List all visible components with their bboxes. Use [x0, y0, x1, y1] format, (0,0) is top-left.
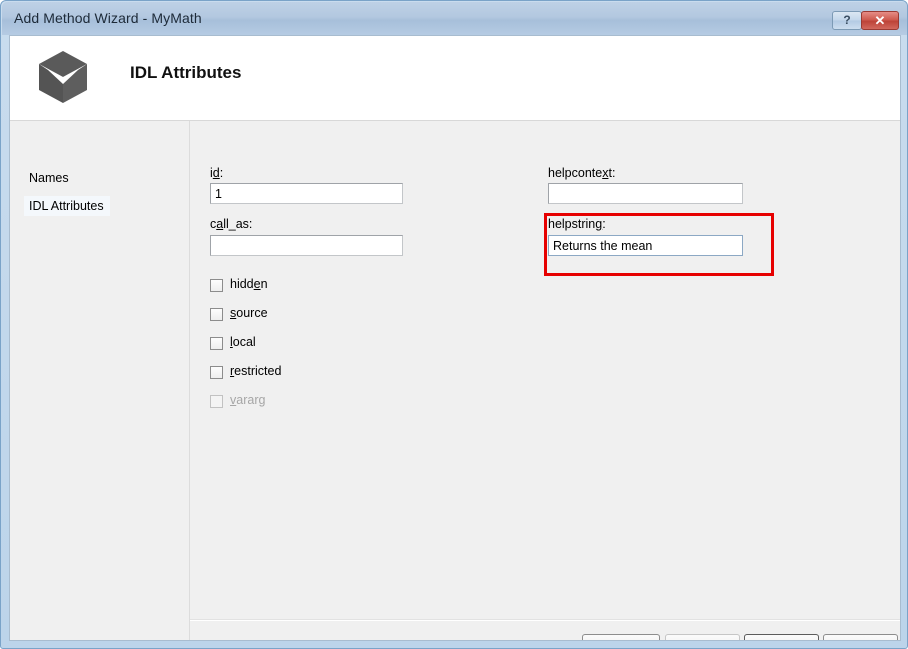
page-title: IDL Attributes — [130, 63, 242, 82]
sidebar-item-names[interactable]: Names — [24, 168, 75, 188]
client-area: IDL Attributes Names IDL Attributes id: … — [9, 35, 901, 641]
page-header: IDL Attributes — [10, 36, 900, 121]
previous-button[interactable]: < Previous — [582, 634, 660, 640]
id-input[interactable] — [210, 183, 403, 204]
title-bar: Add Method Wizard - MyMath ? ✕ — [2, 2, 907, 35]
restricted-checkbox[interactable] — [210, 366, 223, 379]
cube-icon — [34, 48, 92, 106]
help-button[interactable]: ? — [832, 11, 862, 30]
helpstring-input[interactable] — [548, 235, 743, 256]
hidden-checkbox[interactable] — [210, 279, 223, 292]
local-checkbox[interactable] — [210, 337, 223, 350]
cancel-button[interactable]: Cancel — [823, 634, 898, 640]
finish-button[interactable]: Finish — [744, 634, 819, 640]
helpcontext-label: helpcontext: — [548, 166, 616, 180]
footer-separator — [190, 619, 900, 621]
wizard-step-sidebar: Names IDL Attributes — [10, 121, 190, 640]
wizard-window: Add Method Wizard - MyMath ? ✕ IDL Attri… — [0, 0, 908, 649]
next-button: Next > — [665, 634, 740, 640]
local-label: local — [230, 335, 256, 349]
source-checkbox[interactable] — [210, 308, 223, 321]
vararg-checkbox — [210, 395, 223, 408]
hidden-label: hidden — [230, 277, 268, 291]
call-as-label: call_as: — [210, 217, 253, 231]
helpstring-label: helpstring: — [548, 217, 606, 231]
window-title: Add Method Wizard - MyMath — [14, 10, 202, 26]
sidebar-item-idl-attributes[interactable]: IDL Attributes — [24, 196, 110, 216]
vararg-label: vararg — [230, 393, 266, 407]
close-button[interactable]: ✕ — [861, 11, 899, 30]
restricted-label: restricted — [230, 364, 282, 378]
source-label: source — [230, 306, 268, 320]
main-panel: id: call_as: hidden source local restric… — [190, 121, 900, 640]
helpcontext-input[interactable] — [548, 183, 743, 204]
call-as-input[interactable] — [210, 235, 403, 256]
id-label: id: — [210, 166, 224, 180]
